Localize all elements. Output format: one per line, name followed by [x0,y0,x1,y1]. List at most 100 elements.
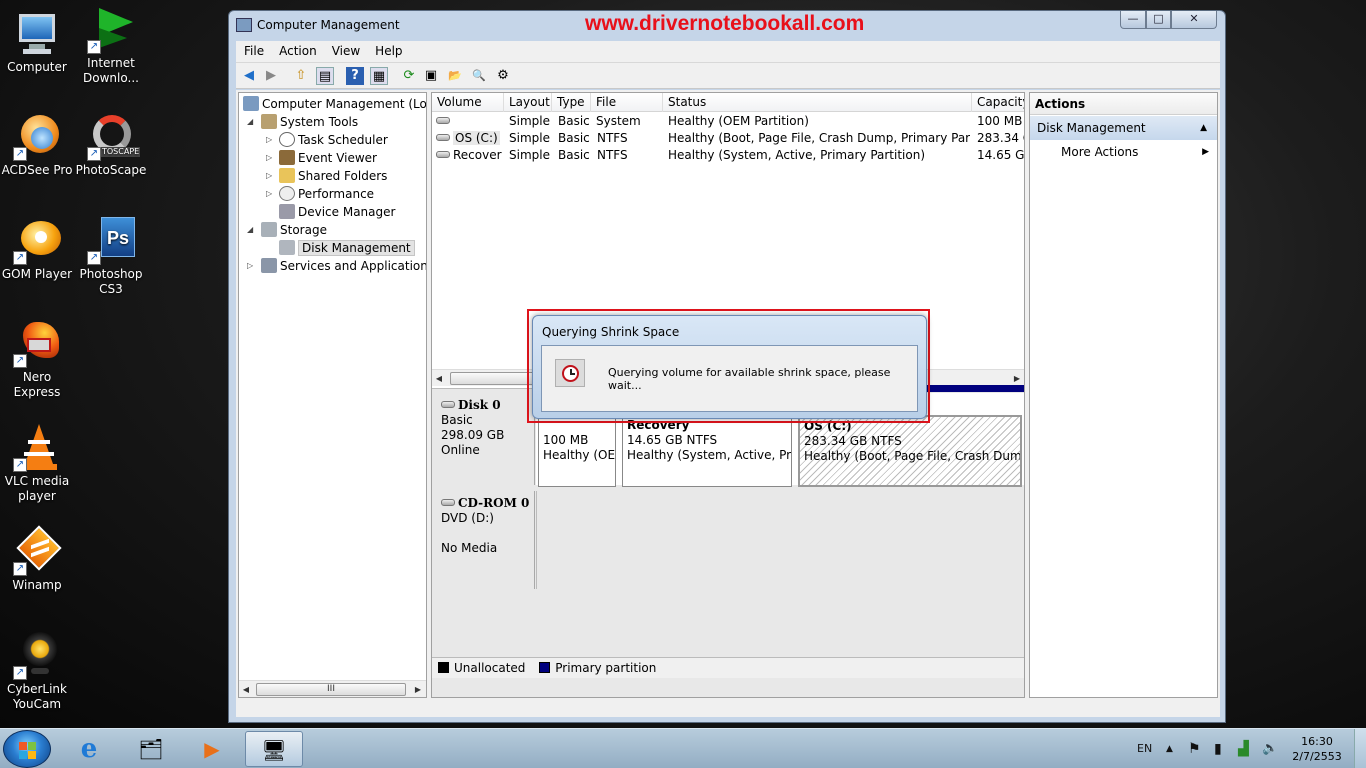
taskbar-media-player[interactable]: ▶ [183,731,241,767]
tree-horizontal-scrollbar[interactable]: ◀ III ▶ [239,680,426,697]
cdrom-0-label[interactable]: CD-ROM 0 DVD (D:) No Media [433,491,535,589]
show-hide-action-pane-button[interactable]: ▦ [370,67,388,85]
winamp-icon: ↗ [13,525,62,576]
language-indicator[interactable]: EN [1137,729,1152,768]
menu-help[interactable]: Help [367,41,409,58]
drive-icon [436,117,450,124]
shortcut-arrow-icon: ↗ [13,458,27,472]
properties-button[interactable]: ▣ [422,67,440,85]
dialog-highlight: Querying Shrink Space Querying volume fo… [527,309,930,423]
media-player-icon: ▶ [204,737,220,761]
volume-row[interactable]: OS (C:) Simple Basic NTFS Healthy (Boot,… [432,130,1024,147]
desktop-icon-internet-download[interactable]: ↗ Internet Downlo... [74,6,148,86]
show-hide-tree-button[interactable]: ▤ [316,67,334,85]
desktop-icon-winamp[interactable]: ↗ Winamp [0,525,74,593]
settings-button[interactable]: ⚙ [494,67,512,85]
clock-date: 2/7/2553 [1292,750,1342,763]
more-actions-item[interactable]: More Actions ▶ [1030,140,1217,164]
desktop-icon-acdsee[interactable]: ↗ ACDSee Pro [0,113,74,178]
volume-icon[interactable]: 🔈 [1262,729,1278,768]
flag-icon[interactable]: ⚑ [1188,729,1201,768]
desktop-icon-photoscape[interactable]: TOSCAPE ↗ PhotoScape [74,113,148,178]
up-level-button[interactable]: ⇧ [292,67,310,85]
tree-item-performance[interactable]: Performance [279,185,374,203]
scroll-left-icon[interactable]: ◀ [432,370,446,387]
collapse-icon[interactable]: ◢ [247,113,257,131]
expand-icon[interactable]: ▷ [266,131,276,149]
menu-view[interactable]: View [324,41,367,58]
desktop-icon-photoshop[interactable]: Ps ↗ Photoshop CS3 [74,217,148,297]
desktop-icon-gom-player[interactable]: ↗ GOM Player [0,217,74,282]
disk-0-label[interactable]: Disk 0 Basic 298.09 GB Online [433,393,535,485]
open-button[interactable]: 📂 [446,67,464,85]
actions-pane: Actions Disk Management ▲ More Actions ▶ [1029,92,1218,698]
back-button[interactable]: ◀ [240,67,258,85]
desktop-icon-vlc[interactable]: ↗ VLC media player [0,424,74,504]
start-button[interactable] [3,730,51,768]
expand-icon[interactable]: ▷ [266,167,276,185]
show-desktop-button[interactable] [1354,729,1366,768]
column-capacity[interactable]: Capacity [972,93,1024,112]
refresh-button[interactable]: ⟳ [400,67,418,85]
tree-item-storage[interactable]: Storage [261,221,327,239]
tree-item-shared-folders[interactable]: Shared Folders [279,167,387,185]
battery-icon[interactable]: ▮ [1214,729,1222,768]
partition-recovery[interactable]: Recovery 14.65 GB NTFS Healthy (System, … [622,415,792,487]
expand-icon[interactable]: ▷ [266,185,276,203]
column-file-system[interactable]: File System [591,93,663,128]
forward-button[interactable]: ▶ [262,67,280,85]
collapse-icon[interactable]: ◢ [247,221,257,239]
tray-show-hidden-icon[interactable]: ▲ [1166,729,1173,768]
minimize-button[interactable]: — [1120,11,1146,29]
services-icon [261,258,277,273]
tree-item-computer-management[interactable]: Computer Management (Local [243,95,426,113]
internet-explorer-icon: e [80,734,98,764]
help-button[interactable]: ? [346,67,364,85]
console-tree[interactable]: Computer Management (Local ◢ System Tool… [238,92,427,698]
menu-action[interactable]: Action [271,41,324,58]
desktop-icon-youcam[interactable]: ↗ CyberLink YouCam [0,632,74,712]
partition-oem[interactable]: 100 MB Healthy (OEM [538,415,616,487]
partition-os-c[interactable]: OS (C:) 283.34 GB NTFS Healthy (Boot, Pa… [798,415,1022,487]
collapse-up-icon[interactable]: ▲ [1200,116,1207,140]
expand-icon[interactable]: ▷ [266,149,276,167]
volume-row[interactable]: Simple Basic Healthy (OEM Partition) 100… [432,113,1024,130]
photoscape-badge: TOSCAPE [101,147,141,157]
expand-icon[interactable]: ▷ [247,257,257,275]
vlc-icon: ↗ [13,424,61,472]
scroll-right-icon[interactable]: ▶ [411,681,425,697]
actions-section-disk-management[interactable]: Disk Management ▲ [1030,116,1217,140]
search-button[interactable]: 🔍 [470,67,488,85]
volume-list-header: Volume Layout Type File System Status Ca… [432,93,1024,128]
column-layout[interactable]: Layout [504,93,552,112]
system-clock[interactable]: 16:30 2/7/2553 [1290,734,1344,764]
maximize-button[interactable]: □ [1146,11,1171,29]
tree-item-task-scheduler[interactable]: Task Scheduler [279,131,388,149]
taskbar-file-explorer[interactable]: 🗂 [122,731,180,767]
disk-map-pane[interactable]: Disk 0 Basic 298.09 GB Online 100 MB Hea… [432,385,1024,697]
tree-item-system-tools[interactable]: System Tools [261,113,358,131]
querying-shrink-space-dialog[interactable]: Querying Shrink Space Querying volume fo… [532,315,927,419]
dialog-title: Querying Shrink Space [542,325,680,339]
network-icon[interactable]: ▟ [1238,729,1249,768]
close-button[interactable]: ✕ [1171,11,1217,29]
title-bar[interactable]: Computer Management www.drivernotebookal… [229,11,1225,39]
column-type[interactable]: Type [552,93,591,112]
taskbar-internet-explorer[interactable]: e [60,731,118,767]
desktop-icon-computer[interactable]: Computer [0,10,74,75]
tree-item-services-applications[interactable]: Services and Applications [261,257,426,275]
tree-item-event-viewer[interactable]: Event Viewer [279,149,377,167]
menu-file[interactable]: File [236,41,271,58]
tree-item-disk-management[interactable]: Disk Management [279,239,415,257]
column-volume[interactable]: Volume [432,93,504,112]
scroll-thumb[interactable]: III [256,683,406,696]
desktop-icon-nero-express[interactable]: ↗ Nero Express [0,320,74,400]
dialog-body: Querying volume for available shrink spa… [541,345,918,412]
tree-item-device-manager[interactable]: Device Manager [279,203,395,221]
taskbar-computer-management[interactable]: 🖥 [245,731,303,767]
column-status[interactable]: Status [663,93,972,112]
disk-management-icon [279,240,295,255]
computer-management-icon: 🖥 [261,738,287,762]
scroll-left-icon[interactable]: ◀ [239,681,253,697]
volume-row[interactable]: Recovery Simple Basic NTFS Healthy (Syst… [432,147,1024,164]
